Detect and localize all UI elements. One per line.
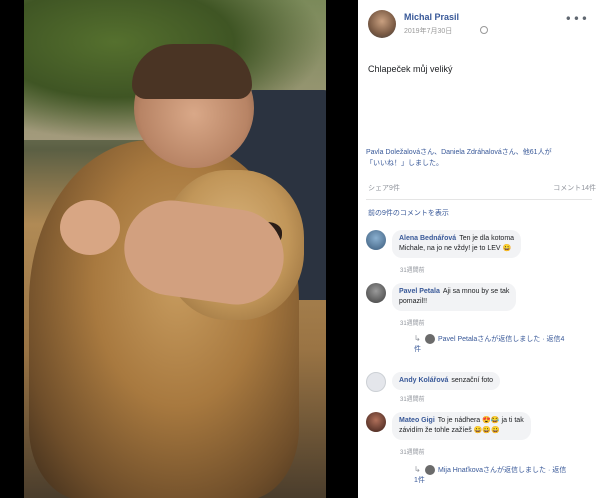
reply-thread-link[interactable]: ↳ Pavel Petalaさんが返信しました · 返信4 件 bbox=[414, 334, 564, 355]
post-date[interactable]: 2019年7月30日 bbox=[404, 26, 452, 36]
post-stats: シェア9件 コメント14件 bbox=[368, 183, 596, 195]
comment-time[interactable]: 31週間前 bbox=[400, 394, 425, 403]
more-horizontal-icon[interactable]: ••• bbox=[565, 12, 589, 26]
man-hair bbox=[132, 44, 252, 99]
reply-summary: Pavel Petalaさんが返信しました · 返信4 bbox=[438, 336, 565, 343]
reply-thread-link[interactable]: ↳ Mija Hnaťkovaさんが返信しました · 返信 1件 bbox=[414, 465, 566, 486]
comment-time[interactable]: 31週間前 bbox=[400, 265, 425, 274]
comment-count[interactable]: コメント14件 bbox=[553, 183, 596, 193]
post-photo[interactable] bbox=[24, 0, 326, 498]
photo-viewer bbox=[0, 0, 358, 498]
man-hand bbox=[60, 200, 120, 255]
commenter-avatar[interactable] bbox=[366, 283, 386, 303]
comment-time[interactable]: 31週間前 bbox=[400, 318, 425, 327]
comment-text-line-2: pomazil!! bbox=[399, 298, 428, 305]
comment-text-line-2: Michale, na jo ne vždy! je to LEV 😀 bbox=[399, 245, 512, 252]
comment-text-line-1: Aji sa mnou by se tak bbox=[442, 288, 510, 295]
post-side-panel: Michal Prasil 2019年7月30日 ••• Chlapeček m… bbox=[358, 0, 600, 498]
likes-line-1: Pavla Doležalováさん、Daniela Zdráhalováさん、… bbox=[366, 149, 552, 156]
comment-bubble: Andy Kolářová senzační foto bbox=[392, 372, 501, 390]
comment-text-line-2: závidím že tohle zažíeš 😀😀😀 bbox=[399, 427, 500, 434]
reply-avatar bbox=[425, 465, 435, 476]
commenter-avatar[interactable] bbox=[366, 412, 386, 432]
comment-text-line-1: To je nádhera 😍😂 ja ti tak bbox=[437, 417, 524, 424]
shares-count[interactable]: シェア9件 bbox=[368, 183, 400, 193]
post-text: Chlapeček můj veliký bbox=[368, 64, 453, 74]
commenter-name[interactable]: Mateo Gigi bbox=[399, 417, 435, 424]
likes-summary[interactable]: Pavla Doležalováさん、Daniela Zdráhalováさん、… bbox=[366, 147, 596, 169]
likes-line-2: 「いいね！」しました。 bbox=[366, 160, 443, 167]
comment-bubble: Mateo Gigi To je nádhera 😍😂 ja ti tak záv… bbox=[392, 412, 531, 440]
reply-summary-line-2: 1件 bbox=[414, 477, 425, 484]
author-name[interactable]: Michal Prasil bbox=[404, 12, 459, 22]
commenter-name[interactable]: Alena Bednářová bbox=[399, 235, 456, 242]
reply-summary-line-2: 件 bbox=[414, 346, 421, 353]
reply-arrow-icon: ↳ bbox=[414, 465, 421, 474]
commenter-avatar[interactable] bbox=[366, 372, 386, 392]
commenter-name[interactable]: Andy Kolářová bbox=[399, 377, 448, 384]
reply-arrow-icon: ↳ bbox=[414, 334, 421, 343]
comment-bubble: Pavel Petala Aji sa mnou by se tak pomazi… bbox=[392, 283, 517, 311]
comment-bubble: Alena Bednářová Ten je dla kotoma Michale… bbox=[392, 230, 522, 258]
divider bbox=[366, 199, 592, 200]
post-header: Michal Prasil 2019年7月30日 ••• bbox=[368, 10, 593, 46]
view-previous-comments-link[interactable]: 前の9件のコメントを表示 bbox=[368, 208, 449, 218]
globe-icon bbox=[480, 26, 488, 34]
reply-avatar bbox=[425, 334, 435, 345]
author-avatar[interactable] bbox=[368, 10, 396, 38]
comment-text-line-1: Ten je dla kotoma bbox=[459, 235, 515, 242]
reply-summary: Mija Hnaťkovaさんが返信しました · 返信 bbox=[438, 467, 567, 474]
commenter-name[interactable]: Pavel Petala bbox=[399, 288, 440, 295]
commenter-avatar[interactable] bbox=[366, 230, 386, 250]
comment-time[interactable]: 31週間前 bbox=[400, 447, 425, 456]
comment-text-line-1: senzační foto bbox=[451, 377, 494, 384]
